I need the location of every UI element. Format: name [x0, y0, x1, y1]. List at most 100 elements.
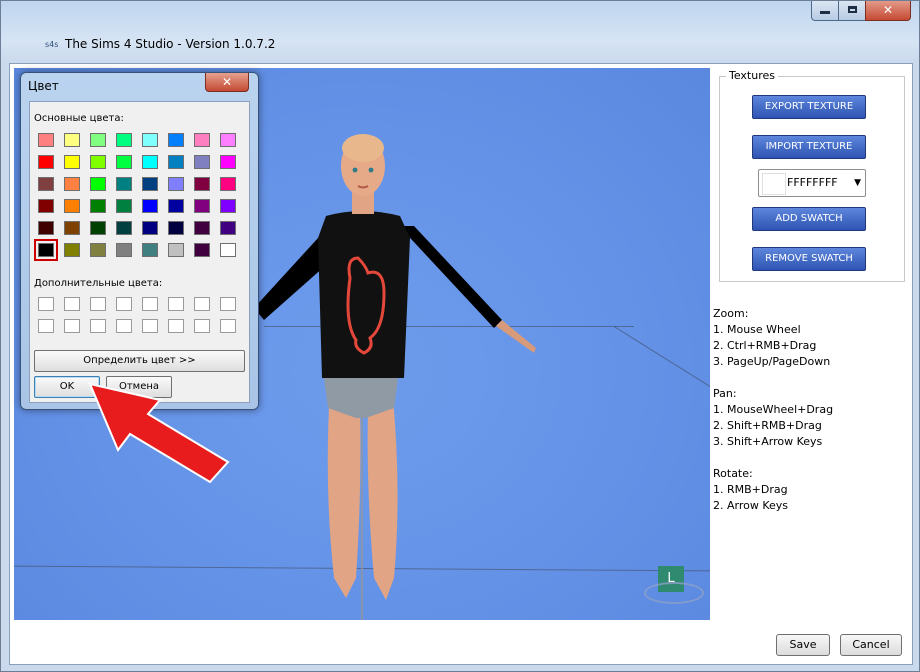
close-icon: ✕ — [882, 3, 894, 17]
custom-color-swatch[interactable] — [116, 297, 132, 311]
annotation-arrow-icon — [88, 382, 230, 484]
custom-color-swatch[interactable] — [220, 297, 236, 311]
basic-color-swatch[interactable] — [168, 133, 184, 147]
controls-help: Zoom: 1. Mouse Wheel 2. Ctrl+RMB+Drag 3.… — [713, 306, 833, 514]
basic-color-swatch[interactable] — [64, 133, 80, 147]
basic-color-swatch[interactable] — [220, 133, 236, 147]
basic-color-swatch[interactable] — [38, 199, 54, 213]
basic-color-swatch[interactable] — [90, 243, 106, 257]
basic-color-swatch[interactable] — [90, 133, 106, 147]
basic-color-swatch[interactable] — [116, 155, 132, 169]
basic-color-swatch[interactable] — [142, 133, 158, 147]
custom-color-swatch[interactable] — [38, 319, 54, 333]
basic-color-swatch[interactable] — [220, 221, 236, 235]
cancel-button[interactable]: Cancel — [840, 634, 902, 656]
basic-color-swatch[interactable] — [64, 177, 80, 191]
close-icon: ✕ — [221, 75, 233, 89]
color-dialog: Цвет ✕ Основные цвета: Дополнительные цв… — [20, 72, 259, 410]
close-button[interactable]: ✕ — [865, 1, 911, 21]
basic-color-swatch[interactable] — [116, 199, 132, 213]
basic-color-swatch[interactable] — [142, 177, 158, 191]
basic-color-swatch[interactable] — [64, 221, 80, 235]
custom-color-swatch[interactable] — [168, 319, 184, 333]
basic-color-swatch[interactable] — [168, 221, 184, 235]
import-texture-button[interactable]: IMPORT TEXTURE — [752, 135, 866, 159]
help-zoom-3: 3. PageUp/PageDown — [713, 355, 831, 368]
export-texture-button[interactable]: EXPORT TEXTURE — [752, 95, 866, 119]
custom-color-swatch[interactable] — [220, 319, 236, 333]
basic-colors-label: Основные цвета: — [34, 113, 124, 124]
help-rotate-1: 1. RMB+Drag — [713, 483, 788, 496]
axis-ring — [644, 582, 704, 604]
basic-color-swatch[interactable] — [194, 177, 210, 191]
custom-color-swatch[interactable] — [90, 297, 106, 311]
custom-color-swatch[interactable] — [90, 319, 106, 333]
minimize-icon — [820, 11, 830, 14]
basic-color-swatch[interactable] — [194, 243, 210, 257]
floor-grid-line — [613, 326, 710, 402]
custom-color-swatch[interactable] — [168, 297, 184, 311]
basic-color-swatch[interactable] — [194, 133, 210, 147]
basic-color-swatch[interactable] — [116, 133, 132, 147]
basic-color-swatch[interactable] — [168, 155, 184, 169]
add-swatch-button[interactable]: ADD SWATCH — [752, 207, 866, 231]
basic-color-swatch[interactable] — [168, 243, 184, 257]
help-zoom-2: 2. Ctrl+RMB+Drag — [713, 339, 817, 352]
basic-color-swatch[interactable] — [38, 155, 54, 169]
basic-color-swatch[interactable] — [220, 155, 236, 169]
basic-color-swatch[interactable] — [142, 155, 158, 169]
basic-color-swatch[interactable] — [116, 177, 132, 191]
basic-color-swatch[interactable] — [116, 221, 132, 235]
basic-color-swatch[interactable] — [194, 199, 210, 213]
help-pan-title: Pan: — [713, 387, 737, 400]
maximize-button[interactable] — [838, 1, 866, 21]
app-icon: s4s — [45, 40, 59, 49]
basic-color-swatch[interactable] — [64, 243, 80, 257]
basic-color-swatch[interactable] — [38, 133, 54, 147]
color-dialog-body: Основные цвета: Дополнительные цвета: Оп… — [29, 101, 250, 403]
color-dropdown[interactable]: FFFFFFFF ▼ — [758, 169, 866, 197]
custom-color-swatch[interactable] — [142, 319, 158, 333]
save-button[interactable]: Save — [776, 634, 830, 656]
color-dialog-title: Цвет — [28, 79, 59, 93]
basic-color-swatch[interactable] — [194, 221, 210, 235]
basic-color-swatch[interactable] — [34, 239, 58, 261]
custom-color-swatch[interactable] — [116, 319, 132, 333]
maximize-icon — [847, 5, 857, 13]
custom-color-swatch[interactable] — [64, 319, 80, 333]
minimize-button[interactable] — [811, 1, 839, 21]
basic-color-swatch[interactable] — [90, 221, 106, 235]
chevron-down-icon: ▼ — [854, 178, 861, 188]
help-rotate-title: Rotate: — [713, 467, 753, 480]
help-zoom-1: 1. Mouse Wheel — [713, 323, 801, 336]
basic-color-swatch[interactable] — [142, 221, 158, 235]
basic-color-swatch[interactable] — [64, 155, 80, 169]
basic-color-swatch[interactable] — [38, 221, 54, 235]
basic-color-swatch[interactable] — [64, 199, 80, 213]
custom-color-swatch[interactable] — [38, 297, 54, 311]
basic-color-swatch[interactable] — [168, 177, 184, 191]
color-swatch — [762, 173, 786, 195]
textures-legend: Textures — [726, 69, 778, 82]
custom-color-swatch[interactable] — [194, 297, 210, 311]
basic-color-swatch[interactable] — [168, 199, 184, 213]
basic-color-swatch[interactable] — [220, 199, 236, 213]
basic-color-swatch[interactable] — [194, 155, 210, 169]
define-color-button[interactable]: Определить цвет >> — [34, 350, 245, 372]
basic-color-swatch[interactable] — [142, 199, 158, 213]
window-title: The Sims 4 Studio - Version 1.0.7.2 — [65, 37, 276, 51]
basic-color-swatch[interactable] — [90, 155, 106, 169]
basic-color-swatch[interactable] — [220, 177, 236, 191]
basic-color-swatch[interactable] — [38, 177, 54, 191]
basic-color-swatch[interactable] — [90, 177, 106, 191]
title-bar[interactable]: s4s The Sims 4 Studio - Version 1.0.7.2 … — [1, 1, 919, 63]
basic-color-swatch[interactable] — [90, 199, 106, 213]
basic-color-swatch[interactable] — [116, 243, 132, 257]
remove-swatch-button[interactable]: REMOVE SWATCH — [752, 247, 866, 271]
custom-color-swatch[interactable] — [194, 319, 210, 333]
basic-color-swatch[interactable] — [142, 243, 158, 257]
basic-color-swatch[interactable] — [220, 243, 236, 257]
color-dialog-close-button[interactable]: ✕ — [205, 73, 249, 92]
custom-color-swatch[interactable] — [64, 297, 80, 311]
custom-color-swatch[interactable] — [142, 297, 158, 311]
